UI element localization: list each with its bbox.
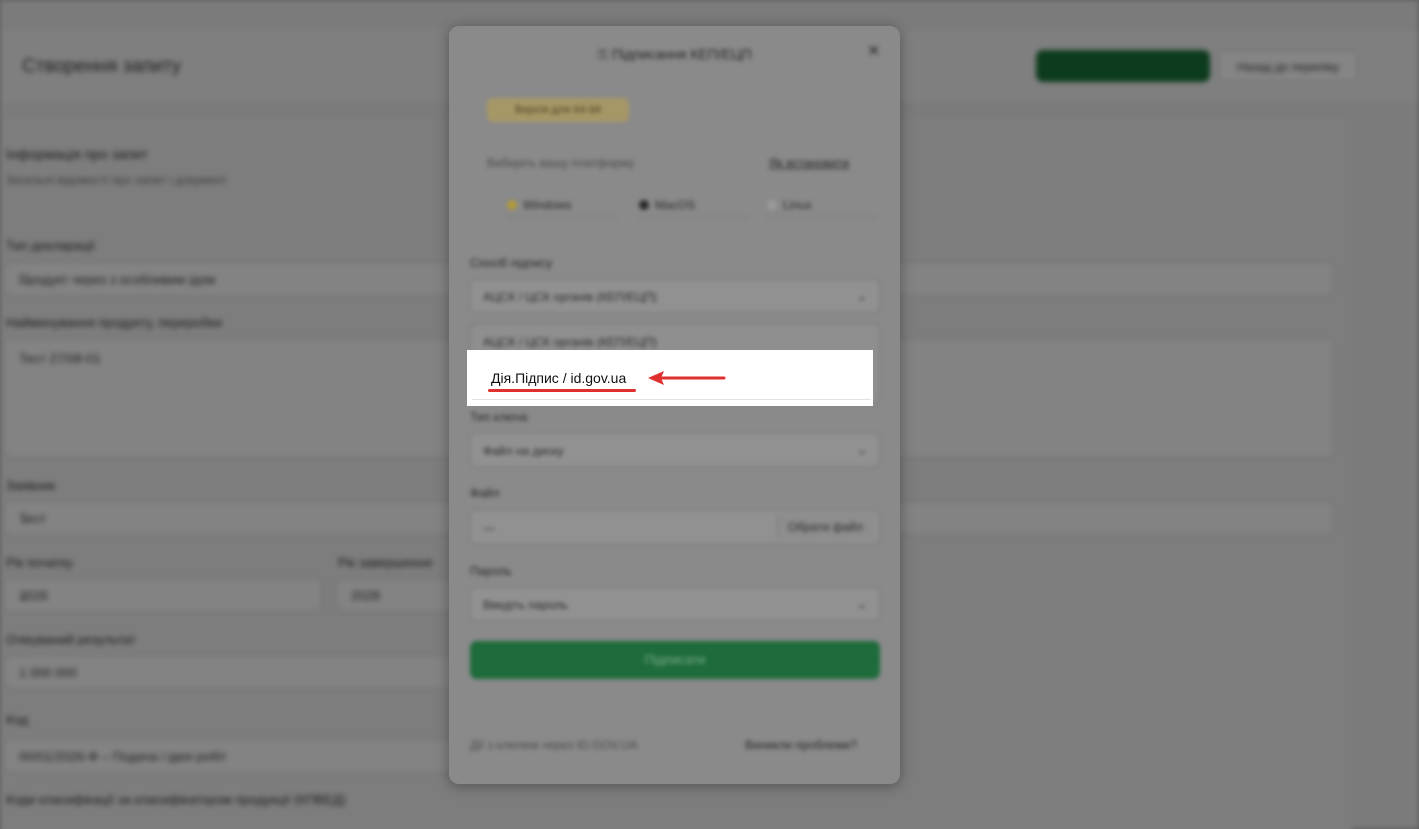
choose-file-button[interactable]: Обрати файл xyxy=(776,515,873,539)
field-label: Рік початку xyxy=(6,555,73,570)
version-badge: Версія для 64-bit xyxy=(487,98,629,122)
file-value: — xyxy=(483,521,495,535)
key-icon: ⚿ xyxy=(597,46,612,62)
modal-title-text: Підписання КЕП/ЕЦП xyxy=(611,46,752,62)
annotation-arrow-icon xyxy=(648,371,726,385)
dropdown-option[interactable]: АЦСК / ЦСК органів (КЕП/ЕЦП) xyxy=(483,335,657,349)
chevron-down-icon: ⌄ xyxy=(856,289,867,303)
tab-macos[interactable]: MacOS xyxy=(639,192,749,218)
password-input[interactable]: Введіть пароль ⌄ xyxy=(470,587,880,621)
tab-label: MacOS xyxy=(655,198,696,212)
field-label: Рік завершення xyxy=(338,555,433,570)
field-label: Найменування продукту, переробки xyxy=(6,315,222,330)
field-label: Коди класифікації за класифікатором прод… xyxy=(6,792,346,807)
field-label: Заявник xyxy=(6,478,56,493)
windows-icon xyxy=(507,200,517,210)
key-type-label: Тип ключа xyxy=(470,410,528,424)
linux-icon xyxy=(767,200,777,210)
method-label: Спосіб підпису xyxy=(470,256,553,270)
password-label: Пароль xyxy=(470,564,512,578)
tab-windows[interactable]: Windows xyxy=(507,192,617,218)
annotation-underline xyxy=(488,389,636,392)
modal-title: ⚿ Підписання КЕП/ЕЦП xyxy=(449,46,900,63)
method-select[interactable]: АЦСК / ЦСК органів (КЕП/ЕЦП) ⌄ xyxy=(470,279,880,313)
submit-request-button[interactable]: Зберегти та подати xyxy=(1036,50,1210,82)
chevron-down-icon: ⌄ xyxy=(19,588,30,603)
eye-icon[interactable]: ⌄ xyxy=(857,597,867,611)
page-title: Створення запиту xyxy=(22,56,182,77)
file-label: Файл xyxy=(470,486,500,500)
chevron-down-icon: ⌄ xyxy=(856,443,867,457)
key-type-select[interactable]: Файл на диску ⌄ xyxy=(470,433,880,467)
apple-icon xyxy=(639,200,649,210)
file-input[interactable]: — Обрати файл xyxy=(470,510,880,544)
field-value: 1 000 000 xyxy=(19,665,77,680)
diia-option-label: Дія.Підпис / id.gov.ua xyxy=(491,370,627,386)
field-label: Тип декларації xyxy=(6,238,96,253)
field-value: Тест 27/08-01 xyxy=(19,351,101,366)
start-year-select[interactable]: 2026 ⌄ xyxy=(4,578,322,612)
field-label: Очікуваний результат xyxy=(6,632,136,647)
field-value: 2028 xyxy=(351,588,380,603)
section-title: Інформація про запит xyxy=(6,146,148,162)
method-value: АЦСК / ЦСК органів (КЕП/ЕЦП) xyxy=(483,290,657,304)
footer-note: Дії з ключем через ID.GOV.UA xyxy=(470,738,638,752)
diia-signature-option[interactable]: Дія.Підпис / id.gov.ua xyxy=(472,354,871,400)
platform-hint: Виберіть вашу платформу xyxy=(487,156,635,170)
problems-link[interactable]: Виникли проблеми? xyxy=(745,738,857,752)
tab-label: Windows xyxy=(523,198,572,212)
field-value: 00/01/2026-Ф – Подача і ідея робіт xyxy=(19,749,227,764)
tab-label: Linux xyxy=(783,198,812,212)
highlighted-option-panel: Дія.Підпис / id.gov.ua xyxy=(467,350,873,406)
close-icon[interactable]: ✕ xyxy=(867,41,880,61)
section-subtitle: Загальні відомості про запит і документ xyxy=(6,173,228,187)
field-label: Код xyxy=(6,712,29,727)
install-help-link[interactable]: Як встановити xyxy=(769,156,849,170)
key-type-value: Файл на диску xyxy=(483,444,564,458)
back-to-list-button[interactable]: Назад до переліку xyxy=(1218,50,1358,82)
sign-button[interactable]: Підписати xyxy=(470,641,880,679)
tab-linux[interactable]: Linux xyxy=(767,192,877,218)
password-placeholder: Введіть пароль xyxy=(483,598,568,612)
